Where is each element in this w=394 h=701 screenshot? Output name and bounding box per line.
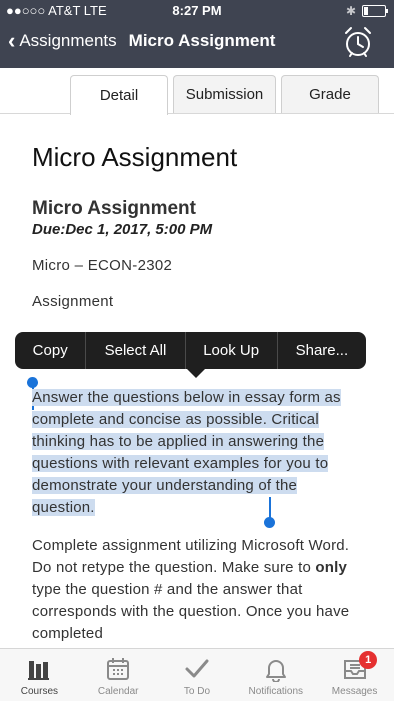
assignment-type: Assignment [32,293,114,310]
top-bar: ●●○○○ AT&T LTE 8:27 PM ✱ ‹ Assignments M… [0,0,394,68]
instructions-paragraph[interactable]: Answer the questions below in essay form… [32,387,362,519]
assignment-title: Micro Assignment [32,142,238,172]
bottom-tab-calendar[interactable]: Calendar [79,649,158,701]
bell-icon [265,660,286,682]
submission-paragraph: Complete assignment utilizing Microsoft … [32,535,362,645]
nav-title: Micro Assignment [128,31,276,50]
course-name: Micro – ECON-2302 [32,257,173,274]
bottom-tab-messages[interactable]: 1 Messages [315,649,394,701]
battery-icon [362,5,388,17]
bottom-tab-label: Calendar [97,686,139,697]
assignment-subtitle: Micro Assignment [32,198,196,219]
bottom-tab-label: Courses [20,686,59,697]
bottom-tab-bar: Courses Calendar To Do Notifications 1 M… [0,648,394,701]
bottom-tab-courses[interactable]: Courses [0,649,79,701]
navigation-bar: ‹ Assignments Micro Assignment [0,24,394,66]
back-label: Assignments [19,31,117,50]
battery-fill [364,7,368,15]
share-menu-item[interactable]: Share... [278,332,366,369]
back-button[interactable]: ‹ Assignments Micro Assignment [8,30,275,52]
context-menu: Copy Select All Look Up Share... [15,332,366,369]
paragraph2-text-a: Complete assignment utilizing Microsoft … [32,537,350,576]
paragraph2-text-b: type the question # and the answer that … [32,581,350,642]
selected-text: Answer the questions below in essay form… [32,389,341,516]
bluetooth-icon: ✱ [345,4,356,18]
due-date: Due:Dec 1, 2017, 5:00 PM [32,221,213,238]
context-menu-arrow [186,368,206,378]
tab-grade[interactable]: Grade [281,75,379,113]
tab-submission[interactable]: Submission [173,75,276,113]
courses-icon [28,661,50,680]
checkmark-icon [185,659,209,678]
paragraph2-bold-text: only [315,559,347,576]
selection-end-handle[interactable] [264,517,275,528]
look-up-menu-item[interactable]: Look Up [186,332,278,369]
copy-menu-item[interactable]: Copy [15,332,87,369]
bottom-tab-notifications[interactable]: Notifications [236,649,315,701]
chevron-left-icon: ‹ [8,28,16,53]
bottom-tab-label: Messages [331,686,378,697]
bottom-tab-label: Notifications [248,686,304,697]
status-bar: ●●○○○ AT&T LTE 8:27 PM ✱ [0,0,394,22]
calendar-icon [107,658,130,680]
bottom-tab-todo[interactable]: To Do [158,649,237,701]
alarm-clock-icon[interactable] [340,24,376,60]
status-right: ✱ [345,4,388,18]
bottom-tab-label: To Do [183,686,211,697]
status-time: 8:27 PM [172,3,222,18]
select-all-menu-item[interactable]: Select All [86,332,186,369]
tab-detail[interactable]: Detail [70,75,168,115]
tabs-divider [0,113,394,114]
